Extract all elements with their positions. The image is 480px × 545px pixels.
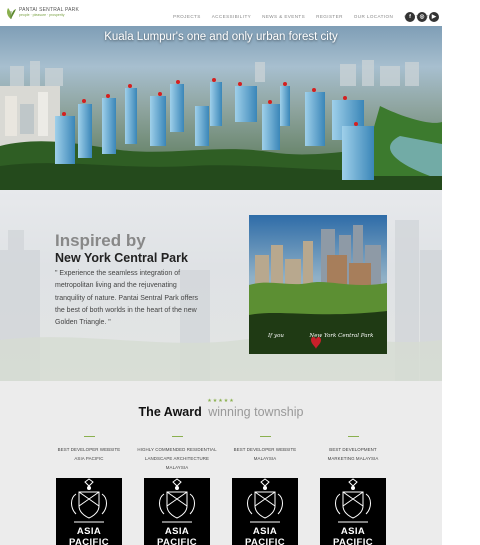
youtube-icon[interactable]: ▶	[429, 12, 439, 22]
inspired-quote: " Experience the seamless integration of…	[55, 270, 199, 327]
hero-banner: Kuala Lumpur's one and only urban forest…	[0, 26, 442, 190]
new-york-photo: If you New York Central Park	[249, 215, 387, 354]
award-title-line2: LANDSCAPE ARCHITECTURE	[144, 456, 210, 461]
nav-news-events[interactable]: NEWS & EVENTS	[262, 14, 305, 19]
award-title-line2: ASIA PACIFIC	[74, 456, 104, 461]
inspired-title: Inspired by	[55, 231, 146, 250]
award-badge: ASIA PACIFIC	[320, 478, 386, 545]
nav-accessibility[interactable]: ACCESSIBILITY	[212, 14, 251, 19]
nav-projects[interactable]: PROJECTS	[173, 14, 201, 19]
award-item: BEST DEVELOPMENT MARKETING MALAYSIA	[309, 436, 397, 463]
logo-tagline: people · pleasure · prosperity	[19, 13, 65, 18]
inspired-subtitle: New York Central Park	[55, 251, 188, 265]
site-header: PANTAI SENTRAL PARK people · pleasure · …	[0, 0, 442, 28]
award-item: BEST DEVELOPER WEBSITE MALAYSIA	[221, 436, 309, 463]
award-item: BEST DEVELOPER WEBSITE ASIA PACIFIC	[45, 436, 133, 463]
award-title-line1: BEST DEVELOPMENT	[329, 447, 377, 452]
photo-caption: If you New York Central Park	[268, 333, 373, 339]
award-divider	[171, 436, 183, 437]
social-links: f ◎ ▶	[405, 12, 439, 22]
award-badge-label: ASIA PACIFIC	[332, 526, 374, 545]
awards-heading-main: The Award	[138, 405, 202, 419]
award-badge: ASIA PACIFIC	[144, 478, 210, 545]
inspired-section: Inspired by New York Central Park " Expe…	[0, 190, 442, 381]
award-divider	[83, 436, 95, 437]
award-title-line2: MARKETING MALAYSIA	[327, 456, 379, 461]
awards-heading-sub: winning township	[208, 405, 304, 419]
award-title-line1: HIGHLY COMMENDED RESIDENTIAL	[137, 447, 217, 452]
stars-rating: ★★★★★	[207, 398, 235, 404]
award-title-line3: MALAYSIA	[165, 465, 189, 470]
award-badge: ASIA PACIFIC	[56, 478, 122, 545]
award-title-line2: MALAYSIA	[253, 456, 277, 461]
award-badge-label: ASIA PACIFIC	[68, 526, 110, 545]
award-divider	[259, 436, 271, 437]
award-badge: ASIA PACIFIC	[232, 478, 298, 545]
nav-register[interactable]: REGISTER	[316, 14, 343, 19]
coat-of-arms-icon	[247, 478, 283, 523]
leaf-logo-icon	[7, 8, 16, 19]
instagram-icon[interactable]: ◎	[417, 12, 427, 22]
coat-of-arms-icon	[159, 478, 195, 523]
coat-of-arms-icon	[335, 478, 371, 523]
award-title-line1: BEST DEVELOPER WEBSITE	[233, 447, 297, 452]
award-badge-label: ASIA PACIFIC	[156, 526, 198, 545]
hero-aerial-image	[0, 26, 442, 190]
awards-section: ★★★★★ The Award winning township BEST DE…	[0, 381, 442, 545]
facebook-icon[interactable]: f	[405, 12, 415, 22]
hero-caption: Kuala Lumpur's one and only urban forest…	[104, 31, 338, 43]
award-badge-label: ASIA PACIFIC	[244, 526, 286, 545]
award-divider	[347, 436, 359, 437]
site-logo[interactable]: PANTAI SENTRAL PARK people · pleasure · …	[5, 6, 79, 20]
photo-caption-prefix: If you	[268, 333, 284, 339]
award-item: HIGHLY COMMENDED RESIDENTIAL LANDSCAPE A…	[133, 436, 221, 472]
photo-caption-suffix: New York Central Park	[309, 333, 374, 339]
coat-of-arms-icon	[71, 478, 107, 523]
award-title-line1: BEST DEVELOPER WEBSITE	[57, 447, 121, 452]
nav-our-location[interactable]: OUR LOCATION	[354, 14, 393, 19]
awards-heading: The Award winning township	[0, 405, 442, 419]
